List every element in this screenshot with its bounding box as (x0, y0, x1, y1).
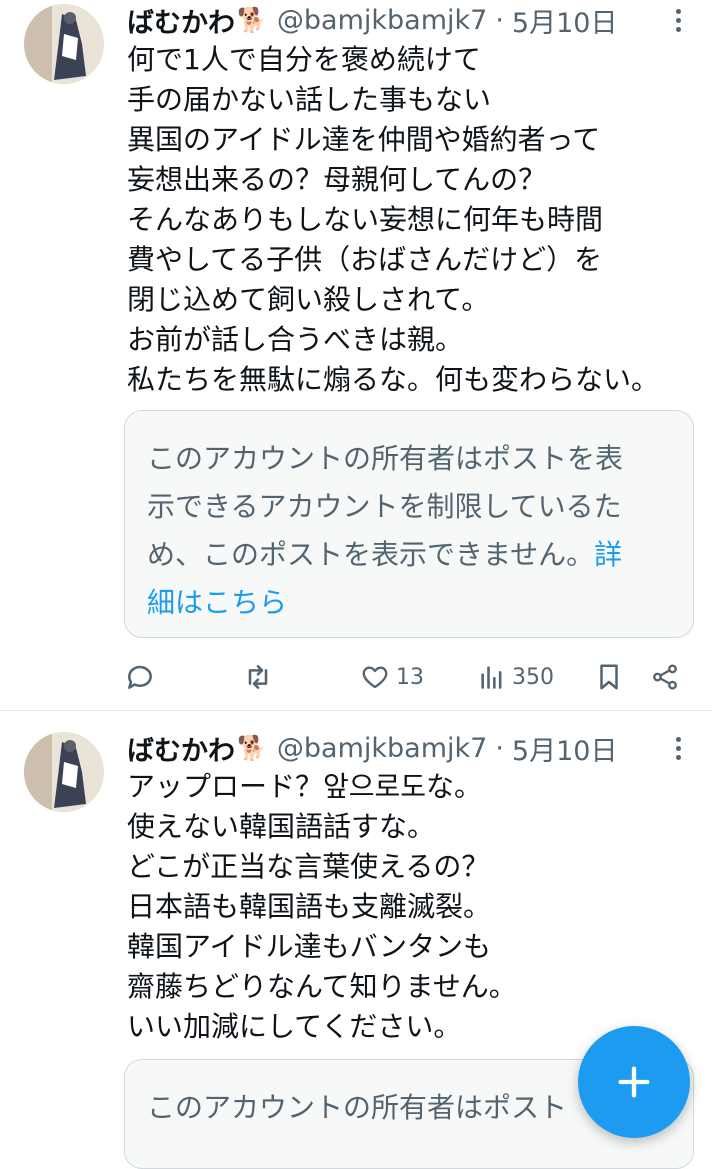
bookmark-icon (600, 664, 618, 690)
author-handle[interactable]: @bamjkbamjk7 (277, 5, 487, 36)
reply-icon (128, 665, 152, 689)
share-icon (653, 664, 677, 690)
tweet-text: アップロード？앞으로도な。 使えない韓国語話すな。 どこが正当な言葉使えるの？ … (127, 767, 698, 1047)
avatar-image (24, 4, 104, 84)
tweet-line: 日本語も韓国語も支離滅裂。 (127, 890, 492, 923)
notice-line: 示できるアカウントを制限しているた (147, 490, 622, 523)
share-button[interactable] (650, 655, 680, 699)
more-options-icon[interactable] (666, 728, 690, 768)
learn-more-link[interactable]: 詳 (594, 538, 622, 571)
tweet-line: 齋藤ちどりなんて知りません。 (127, 970, 517, 1003)
dog-emoji-icon: 🐕 (237, 734, 267, 762)
tweet[interactable]: ばむかわ 🐕 @bamjkbamjk7 · 5月10日 何で1人で自分を褒め続け… (0, 0, 712, 711)
plus-icon (618, 1066, 650, 1098)
action-bar: 13 350 (124, 655, 694, 699)
tweet-header: ばむかわ 🐕 @bamjkbamjk7 · 5月10日 (127, 0, 617, 40)
tweet-line: アップロード？앞으로도な。 (127, 770, 483, 803)
views-count: 350 (512, 664, 554, 690)
like-count: 13 (396, 664, 424, 690)
tweet-header: ばむかわ 🐕 @bamjkbamjk7 · 5月10日 (127, 728, 617, 768)
tweet-line: 費やしてる子供（おばさんだけど）を (127, 243, 603, 276)
more-options-icon[interactable] (666, 0, 690, 40)
avatar[interactable] (24, 732, 104, 812)
tweet-line: 異国のアイドル達を仲間や婚約者って (127, 123, 601, 156)
author-name[interactable]: ばむかわ (127, 729, 235, 768)
post-date[interactable]: 5月10日 (512, 1, 618, 40)
tweet-line: 手の届かない話した事もない (127, 83, 492, 116)
dog-emoji-icon: 🐕 (237, 6, 267, 34)
bookmark-button[interactable] (594, 655, 624, 699)
avatar-image (24, 732, 104, 812)
like-button[interactable]: 13 (360, 655, 424, 699)
tweet-line: 私たちを無駄に煽るな。何も変わらない。 (127, 363, 660, 396)
repost-button[interactable] (242, 655, 274, 699)
avatar[interactable] (24, 4, 104, 84)
views-button[interactable]: 350 (478, 655, 554, 699)
learn-more-link-cont[interactable]: 細はこちら (147, 579, 671, 627)
notice-line: め、このポストを表示できません。詳 (147, 538, 623, 571)
reply-button[interactable] (124, 655, 156, 699)
author-name[interactable]: ばむかわ (127, 1, 235, 40)
tweet-line: どこが正当な言葉使えるの？ (127, 850, 490, 883)
heart-icon (362, 666, 388, 689)
views-icon (481, 666, 502, 689)
tweet-line: 何で1人で自分を褒め続けて (127, 43, 481, 76)
separator-dot: · (495, 732, 504, 764)
post-date[interactable]: 5月10日 (512, 729, 618, 768)
tweet-text: 何で1人で自分を褒め続けて 手の届かない話した事もない 異国のアイドル達を仲間や… (127, 40, 698, 400)
tweet-line: 閉じ込めて飼い殺しされて。 (127, 283, 490, 316)
author-handle[interactable]: @bamjkbamjk7 (277, 733, 487, 764)
tweet-line: そんなありもしない妄想に何年も時間 (127, 203, 604, 236)
notice-line: このアカウントの所有者はポストを表 (147, 442, 624, 475)
tweet-line: 使えない韓国語話すな。 (127, 810, 436, 843)
compose-button[interactable] (578, 1026, 690, 1138)
tweet-line: お前が話し合うべきは親。 (127, 323, 464, 356)
repost-icon (248, 665, 268, 689)
restricted-quote-notice[interactable]: このアカウントの所有者はポストを表 示できるアカウントを制限しているた め、この… (124, 410, 694, 638)
tweet-line: 韓国アイドル達もバンタンも (127, 930, 492, 963)
separator-dot: · (495, 4, 504, 36)
tweet-line: 妄想出来るの？母親何してんの？ (127, 163, 547, 196)
